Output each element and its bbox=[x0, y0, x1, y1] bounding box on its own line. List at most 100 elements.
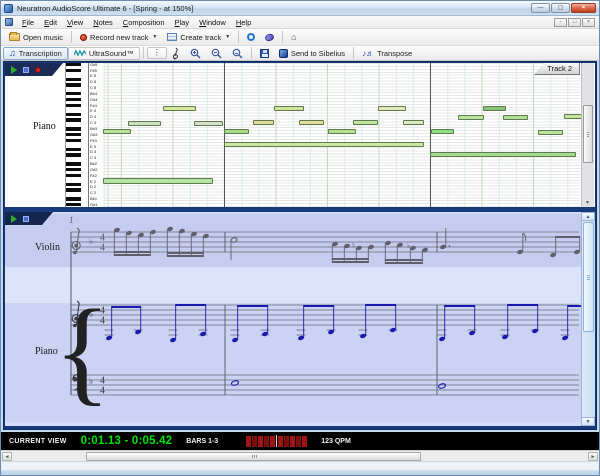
menu-item-notes[interactable]: Notes bbox=[88, 17, 118, 28]
score-scroll-down[interactable]: ▼ bbox=[581, 417, 595, 426]
piano-key-black[interactable] bbox=[66, 182, 81, 186]
score-scroll-up[interactable]: ▲ bbox=[581, 212, 595, 221]
piano-roll-note[interactable] bbox=[431, 129, 454, 134]
piano-key-black[interactable] bbox=[66, 138, 81, 143]
piano-roll-note[interactable] bbox=[430, 152, 576, 157]
beat-options-button[interactable]: ⋮ bbox=[146, 47, 167, 59]
save-button[interactable] bbox=[255, 48, 274, 59]
note-label: E 3 bbox=[90, 143, 96, 149]
piano-roll-note[interactable] bbox=[403, 120, 424, 125]
document-icon bbox=[5, 18, 13, 26]
scroll-left-arrow[interactable]: ◄ bbox=[2, 452, 12, 461]
score-notation[interactable]: ♭ 44 ♮ ♭♭ 44♭ 44{ bbox=[5, 212, 585, 426]
time-signature: 4 bbox=[100, 243, 105, 254]
horizontal-scroll-thumb[interactable] bbox=[86, 452, 421, 461]
piano-roll-note[interactable] bbox=[224, 142, 424, 147]
piano-roll-note[interactable] bbox=[538, 130, 563, 135]
piano-key-black[interactable] bbox=[66, 173, 81, 178]
minimize-button[interactable]: — bbox=[531, 3, 550, 13]
clef-button[interactable] bbox=[167, 46, 185, 61]
record-new-track-button[interactable]: Record new track ▼ bbox=[75, 32, 162, 43]
piano-key-black[interactable] bbox=[66, 147, 81, 151]
piano-roll-grid[interactable] bbox=[103, 63, 584, 207]
bars-label: BARS 1-3 bbox=[186, 437, 219, 445]
create-track-button[interactable]: Create track ▼ bbox=[162, 32, 235, 43]
ultrasound-button[interactable]: UltraSound™ bbox=[67, 46, 140, 60]
piano-key-black[interactable] bbox=[66, 203, 81, 207]
send-to-sibelius-button[interactable]: Send to Sibelius bbox=[274, 48, 350, 59]
transcription-button[interactable]: ♫ Transcription bbox=[3, 46, 68, 60]
piano-roll-note[interactable] bbox=[224, 129, 249, 134]
help-button[interactable] bbox=[260, 32, 279, 42]
transpose-icon: ♪♬ bbox=[362, 48, 375, 58]
piano-key-black[interactable] bbox=[66, 168, 81, 172]
zoom-in-button[interactable] bbox=[185, 47, 206, 60]
piano-key-black[interactable] bbox=[66, 153, 81, 157]
menu-item-file[interactable]: File bbox=[17, 17, 39, 28]
piano-roll-note[interactable] bbox=[274, 106, 304, 111]
piano-key-black[interactable] bbox=[66, 112, 81, 116]
child-close-button[interactable]: × bbox=[582, 17, 595, 27]
piano-roll-note[interactable] bbox=[503, 115, 528, 120]
bar-line bbox=[430, 63, 431, 207]
piano-key-black[interactable] bbox=[66, 63, 81, 67]
piano-roll-note[interactable] bbox=[128, 121, 161, 126]
piano-key-black[interactable] bbox=[66, 162, 81, 166]
note-label: D 4 bbox=[90, 114, 97, 120]
piano-keyboard[interactable] bbox=[65, 63, 89, 207]
menu-item-play[interactable]: Play bbox=[170, 17, 195, 28]
record-button[interactable] bbox=[35, 67, 41, 73]
menu-item-window[interactable]: Window bbox=[194, 17, 231, 28]
piano-roll-note[interactable] bbox=[299, 120, 324, 125]
piano-key-black[interactable] bbox=[66, 98, 81, 102]
flat-sign: ♭ bbox=[89, 236, 93, 246]
piano-roll-scrollbar[interactable] bbox=[581, 63, 594, 207]
child-minimize-button[interactable]: - bbox=[554, 17, 567, 27]
piano-key-black[interactable] bbox=[66, 92, 81, 96]
transpose-button[interactable]: ♪♬ Transpose bbox=[357, 48, 417, 59]
score-scrollbar[interactable] bbox=[581, 212, 595, 426]
augmentation-dot bbox=[448, 245, 451, 247]
piano-roll-note[interactable] bbox=[103, 129, 131, 134]
piano-key-black[interactable] bbox=[66, 133, 81, 137]
piano-key-black[interactable] bbox=[66, 103, 81, 108]
piano-roll-note[interactable] bbox=[378, 106, 406, 111]
piano-roll-note[interactable] bbox=[328, 129, 356, 134]
create-dropdown-arrow[interactable]: ▼ bbox=[225, 34, 230, 40]
home-button[interactable]: ⌂ bbox=[286, 32, 301, 43]
menu-item-composition[interactable]: Composition bbox=[118, 17, 170, 28]
menu-item-edit[interactable]: Edit bbox=[39, 17, 62, 28]
record-dropdown-arrow[interactable]: ▼ bbox=[152, 34, 157, 40]
maximize-button[interactable]: ▢ bbox=[551, 3, 570, 13]
piano-roll-note[interactable] bbox=[483, 106, 506, 111]
zoom-out-button[interactable] bbox=[227, 47, 248, 60]
horizontal-scrollbar[interactable]: ◄ ► bbox=[1, 450, 599, 461]
play-button[interactable] bbox=[11, 66, 17, 74]
piano-key-black[interactable] bbox=[66, 83, 81, 87]
piano-roll-scroll-thumb[interactable] bbox=[583, 105, 593, 163]
meter-block bbox=[302, 435, 308, 447]
piano-key-black[interactable] bbox=[66, 118, 81, 122]
scroll-right-arrow[interactable]: ► bbox=[588, 452, 598, 461]
piano-key-black[interactable] bbox=[66, 188, 81, 192]
score-scroll-thumb[interactable] bbox=[583, 222, 594, 332]
scroll-down-arrow[interactable]: ▼ bbox=[581, 199, 594, 207]
stop-button[interactable] bbox=[23, 67, 29, 73]
open-music-button[interactable]: Open music bbox=[4, 32, 68, 43]
piano-roll-note[interactable] bbox=[253, 120, 274, 125]
piano-key-black[interactable] bbox=[66, 197, 81, 201]
piano-key-black[interactable] bbox=[66, 68, 81, 73]
menu-item-view[interactable]: View bbox=[62, 17, 88, 28]
piano-roll-note[interactable] bbox=[194, 121, 223, 126]
piano-roll-note[interactable] bbox=[458, 115, 484, 120]
piano-roll-note[interactable] bbox=[103, 178, 213, 184]
piano-roll-note[interactable] bbox=[163, 106, 196, 111]
piano-key-black[interactable] bbox=[66, 77, 81, 81]
close-button[interactable]: × bbox=[571, 3, 596, 13]
piano-roll-note[interactable] bbox=[353, 120, 378, 125]
child-restore-button[interactable]: □ bbox=[568, 17, 581, 27]
menu-item-help[interactable]: Help bbox=[231, 17, 256, 28]
options-button[interactable] bbox=[242, 32, 260, 42]
piano-key-black[interactable] bbox=[66, 127, 81, 131]
zoom-reset-button[interactable] bbox=[206, 47, 227, 60]
